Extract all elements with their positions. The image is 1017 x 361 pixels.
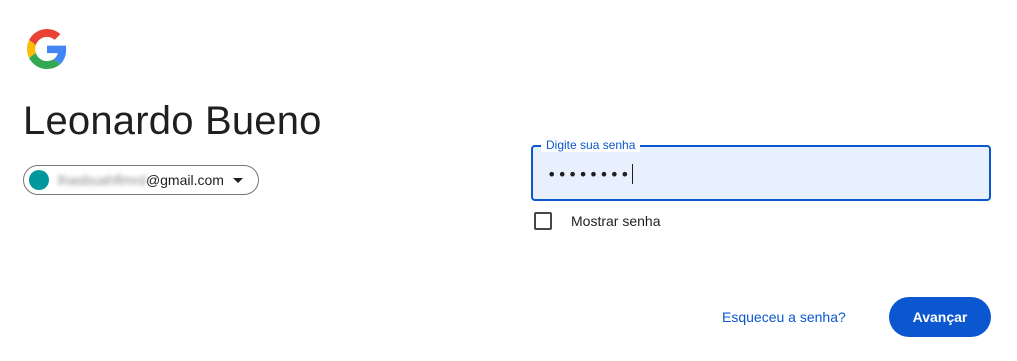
forgot-password-link[interactable]: Esqueceu a senha? [722, 309, 846, 325]
avatar [29, 170, 49, 190]
email-domain: @gmail.com [145, 172, 224, 188]
account-chip[interactable]: lhasbuahflmrd @gmail.com [23, 165, 259, 195]
email-local-redacted: lhasbuahflmrd [58, 172, 146, 188]
text-caret [631, 164, 633, 184]
password-masked-value: •••••••• [547, 164, 631, 184]
google-logo-icon [27, 29, 67, 69]
password-input[interactable]: •••••••• [547, 161, 967, 187]
page-title: Leonardo Bueno [23, 99, 322, 143]
show-password-checkbox[interactable] [534, 212, 552, 230]
password-field[interactable]: Digite sua senha •••••••• [531, 138, 991, 201]
caret-down-icon [232, 177, 243, 183]
show-password-row[interactable]: Mostrar senha [534, 212, 660, 230]
show-password-label: Mostrar senha [571, 213, 661, 229]
next-button[interactable]: Avançar [889, 297, 991, 337]
password-field-label: Digite sua senha [541, 138, 641, 152]
